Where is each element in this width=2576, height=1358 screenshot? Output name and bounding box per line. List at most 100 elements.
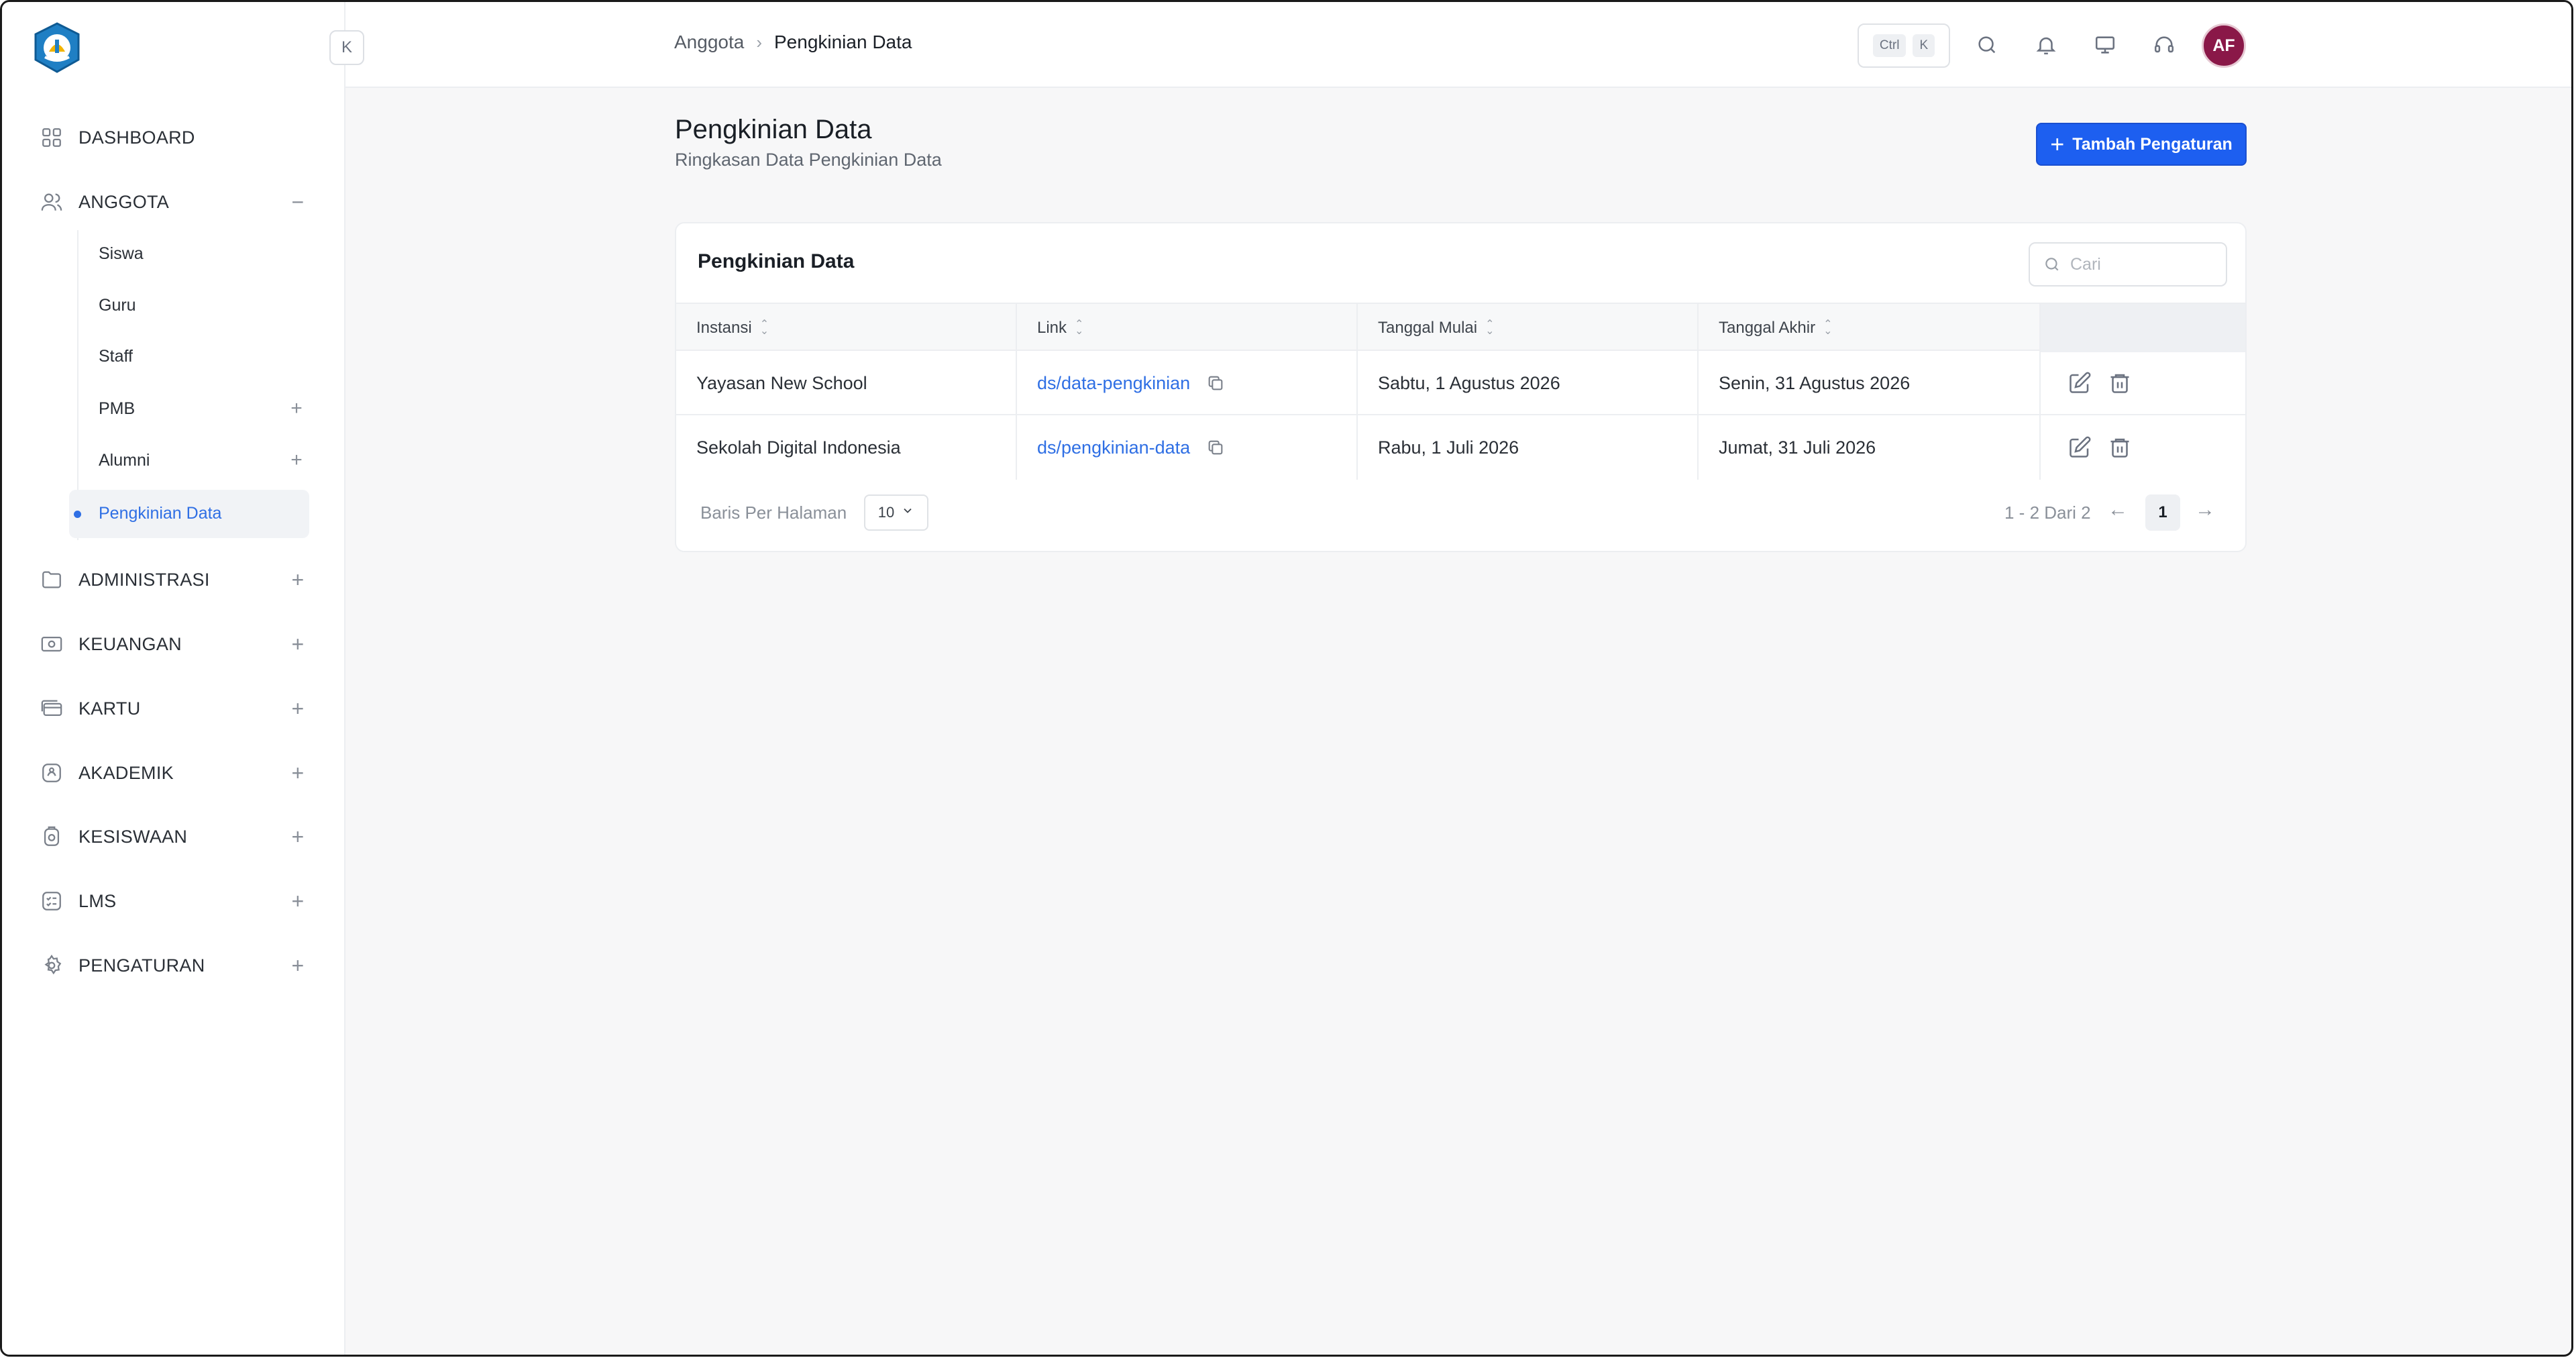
trash-icon[interactable] [2108, 435, 2132, 463]
expand-icon[interactable]: + [288, 568, 308, 592]
cell-instansi: Sekolah Digital Indonesia [676, 415, 1017, 480]
top-bar: Anggota › Pengkinian Data Ctrl K AF [345, 2, 2571, 88]
nav-label: KESISWAAN [78, 826, 188, 847]
breadcrumb-anggota[interactable]: Anggota [674, 32, 744, 53]
trash-icon[interactable] [2108, 371, 2132, 399]
cell-tanggal-akhir: Senin, 31 Agustus 2026 [1699, 351, 2041, 415]
column-header-tanggal-mulai[interactable]: Tanggal Mulai ⌃ ⌄ [1358, 304, 1699, 352]
nav-label: AKADEMIK [78, 762, 174, 783]
cell-tanggal-mulai: Sabtu, 1 Agustus 2026 [1358, 351, 1699, 415]
expand-icon[interactable]: + [286, 397, 307, 420]
edit-icon[interactable] [2068, 435, 2092, 463]
add-setting-button[interactable]: + Tambah Pengaturan [2036, 123, 2247, 166]
expand-icon[interactable]: + [288, 761, 308, 786]
avatar[interactable]: AF [2202, 23, 2246, 68]
command-palette-button[interactable]: Ctrl K [1858, 23, 1950, 68]
sub-label: Alumni [99, 450, 150, 470]
nav-keuangan[interactable]: KEUANGAN + [40, 624, 308, 664]
nav-kartu[interactable]: KARTU + [40, 688, 308, 729]
collapse-icon[interactable]: − [288, 190, 308, 215]
search-box[interactable] [2029, 242, 2227, 286]
active-dot-icon [74, 511, 81, 518]
nav-akademik[interactable]: AKADEMIK + [40, 753, 308, 793]
column-header-instansi[interactable]: Instansi ⌃ ⌄ [676, 304, 1017, 352]
card-title: Pengkinian Data [698, 250, 855, 272]
expand-icon[interactable]: + [288, 632, 308, 657]
data-card: Pengkinian Data Instansi ⌃⌄ Link ⌃⌄ Tang… [675, 222, 2247, 552]
expand-icon[interactable]: + [288, 953, 308, 978]
page-number-button[interactable]: 1 [2145, 494, 2180, 531]
table-header: Instansi ⌃ ⌄ Link ⌃ ⌄ Tanggal Mulai ⌃ ⌄ Tan… [676, 303, 2245, 352]
nav-anggota[interactable]: ANGGOTA − [40, 182, 308, 222]
sub-label: Pengkinian Data [99, 503, 222, 523]
column-label: Tanggal Mulai [1378, 319, 1478, 337]
nav-kesiswaan[interactable]: KESISWAAN + [40, 817, 308, 857]
sidebar-item-alumni[interactable]: Alumni + [99, 441, 307, 479]
search-input[interactable] [2070, 254, 2218, 274]
expand-icon[interactable]: + [288, 696, 308, 721]
breadcrumb: Anggota › Pengkinian Data [674, 32, 912, 53]
table-row: Yayasan New School ds/data-pengkinian Sa… [676, 351, 2245, 415]
sidebar-item-staff[interactable]: Staff [99, 337, 307, 375]
gear-icon [40, 953, 64, 978]
copy-icon[interactable] [1206, 374, 1225, 393]
expand-icon[interactable]: + [288, 825, 308, 849]
breadcrumb-current: Pengkinian Data [774, 32, 912, 52]
next-page-icon[interactable]: → [2195, 499, 2215, 521]
cell-link: ds/pengkinian-data [1017, 415, 1358, 480]
nav-label: ADMINISTRASI [78, 569, 210, 590]
grid-icon [40, 125, 64, 150]
sub-label: Staff [99, 346, 133, 366]
kbd-k: K [1913, 34, 1935, 57]
sub-label: PMB [99, 399, 136, 418]
column-label: Link [1037, 319, 1067, 337]
logo-icon[interactable] [30, 21, 84, 74]
copy-icon[interactable] [1206, 438, 1225, 457]
cell-instansi: Yayasan New School [676, 351, 1017, 415]
sort-icon: ⌃ ⌄ [1823, 319, 1833, 337]
nav-pengaturan[interactable]: PENGATURAN + [40, 945, 308, 986]
prev-page-icon[interactable]: ← [2108, 499, 2128, 521]
column-header-tanggal-akhir[interactable]: Tanggal Akhir ⌃ ⌄ [1699, 304, 2041, 352]
nav-administrasi[interactable]: ADMINISTRASI + [40, 560, 308, 600]
nav-label: ANGGOTA [78, 191, 170, 212]
bell-icon[interactable] [2030, 29, 2062, 61]
column-header-actions [2041, 304, 2245, 352]
cell-link: ds/data-pengkinian [1017, 351, 1358, 415]
users-icon [40, 190, 64, 214]
table-footer: Baris Per Halaman 10 1 - 2 Dari 2 ← 1 → [676, 480, 2245, 547]
sidebar-item-pmb[interactable]: PMB + [99, 390, 307, 427]
sidebar-item-siswa[interactable]: Siswa [99, 235, 307, 272]
nav-label: PENGATURAN [78, 955, 205, 976]
nav-label: LMS [78, 890, 117, 911]
sub-label: Siswa [99, 244, 144, 263]
plus-icon: + [2050, 130, 2065, 158]
nav-label: DASHBOARD [78, 127, 195, 148]
kbd-ctrl: Ctrl [1872, 34, 1907, 57]
page-subtitle: Ringkasan Data Pengkinian Data [675, 150, 942, 170]
sidebar-item-pengkinian-data[interactable]: Pengkinian Data [99, 494, 307, 532]
support-icon[interactable] [2148, 29, 2180, 61]
pagination-range: 1 - 2 Dari 2 [2004, 503, 2091, 523]
academic-icon [40, 761, 64, 785]
sort-icon: ⌃ ⌄ [759, 319, 769, 337]
chevron-down-icon [901, 504, 914, 521]
expand-icon[interactable]: + [288, 889, 308, 914]
column-header-link[interactable]: Link ⌃ ⌄ [1017, 304, 1358, 352]
sidebar-item-guru[interactable]: Guru [99, 286, 307, 324]
rows-per-page-value: 10 [877, 504, 895, 521]
nav-label: KEUANGAN [78, 633, 182, 654]
table-row: Sekolah Digital Indonesia ds/pengkinian-… [676, 415, 2245, 480]
link[interactable]: ds/pengkinian-data [1037, 437, 1190, 458]
edit-icon[interactable] [2068, 371, 2092, 399]
folder-icon [40, 568, 64, 592]
link[interactable]: ds/data-pengkinian [1037, 373, 1190, 394]
sidebar-collapse-button[interactable]: K [329, 30, 364, 65]
monitor-icon[interactable] [2089, 29, 2121, 61]
checklist-icon [40, 889, 64, 913]
expand-icon[interactable]: + [286, 449, 307, 472]
nav-lms[interactable]: LMS + [40, 881, 308, 921]
nav-dashboard[interactable]: DASHBOARD [40, 117, 308, 158]
rows-per-page-select[interactable]: 10 [864, 494, 928, 531]
search-icon[interactable] [1971, 29, 2003, 61]
